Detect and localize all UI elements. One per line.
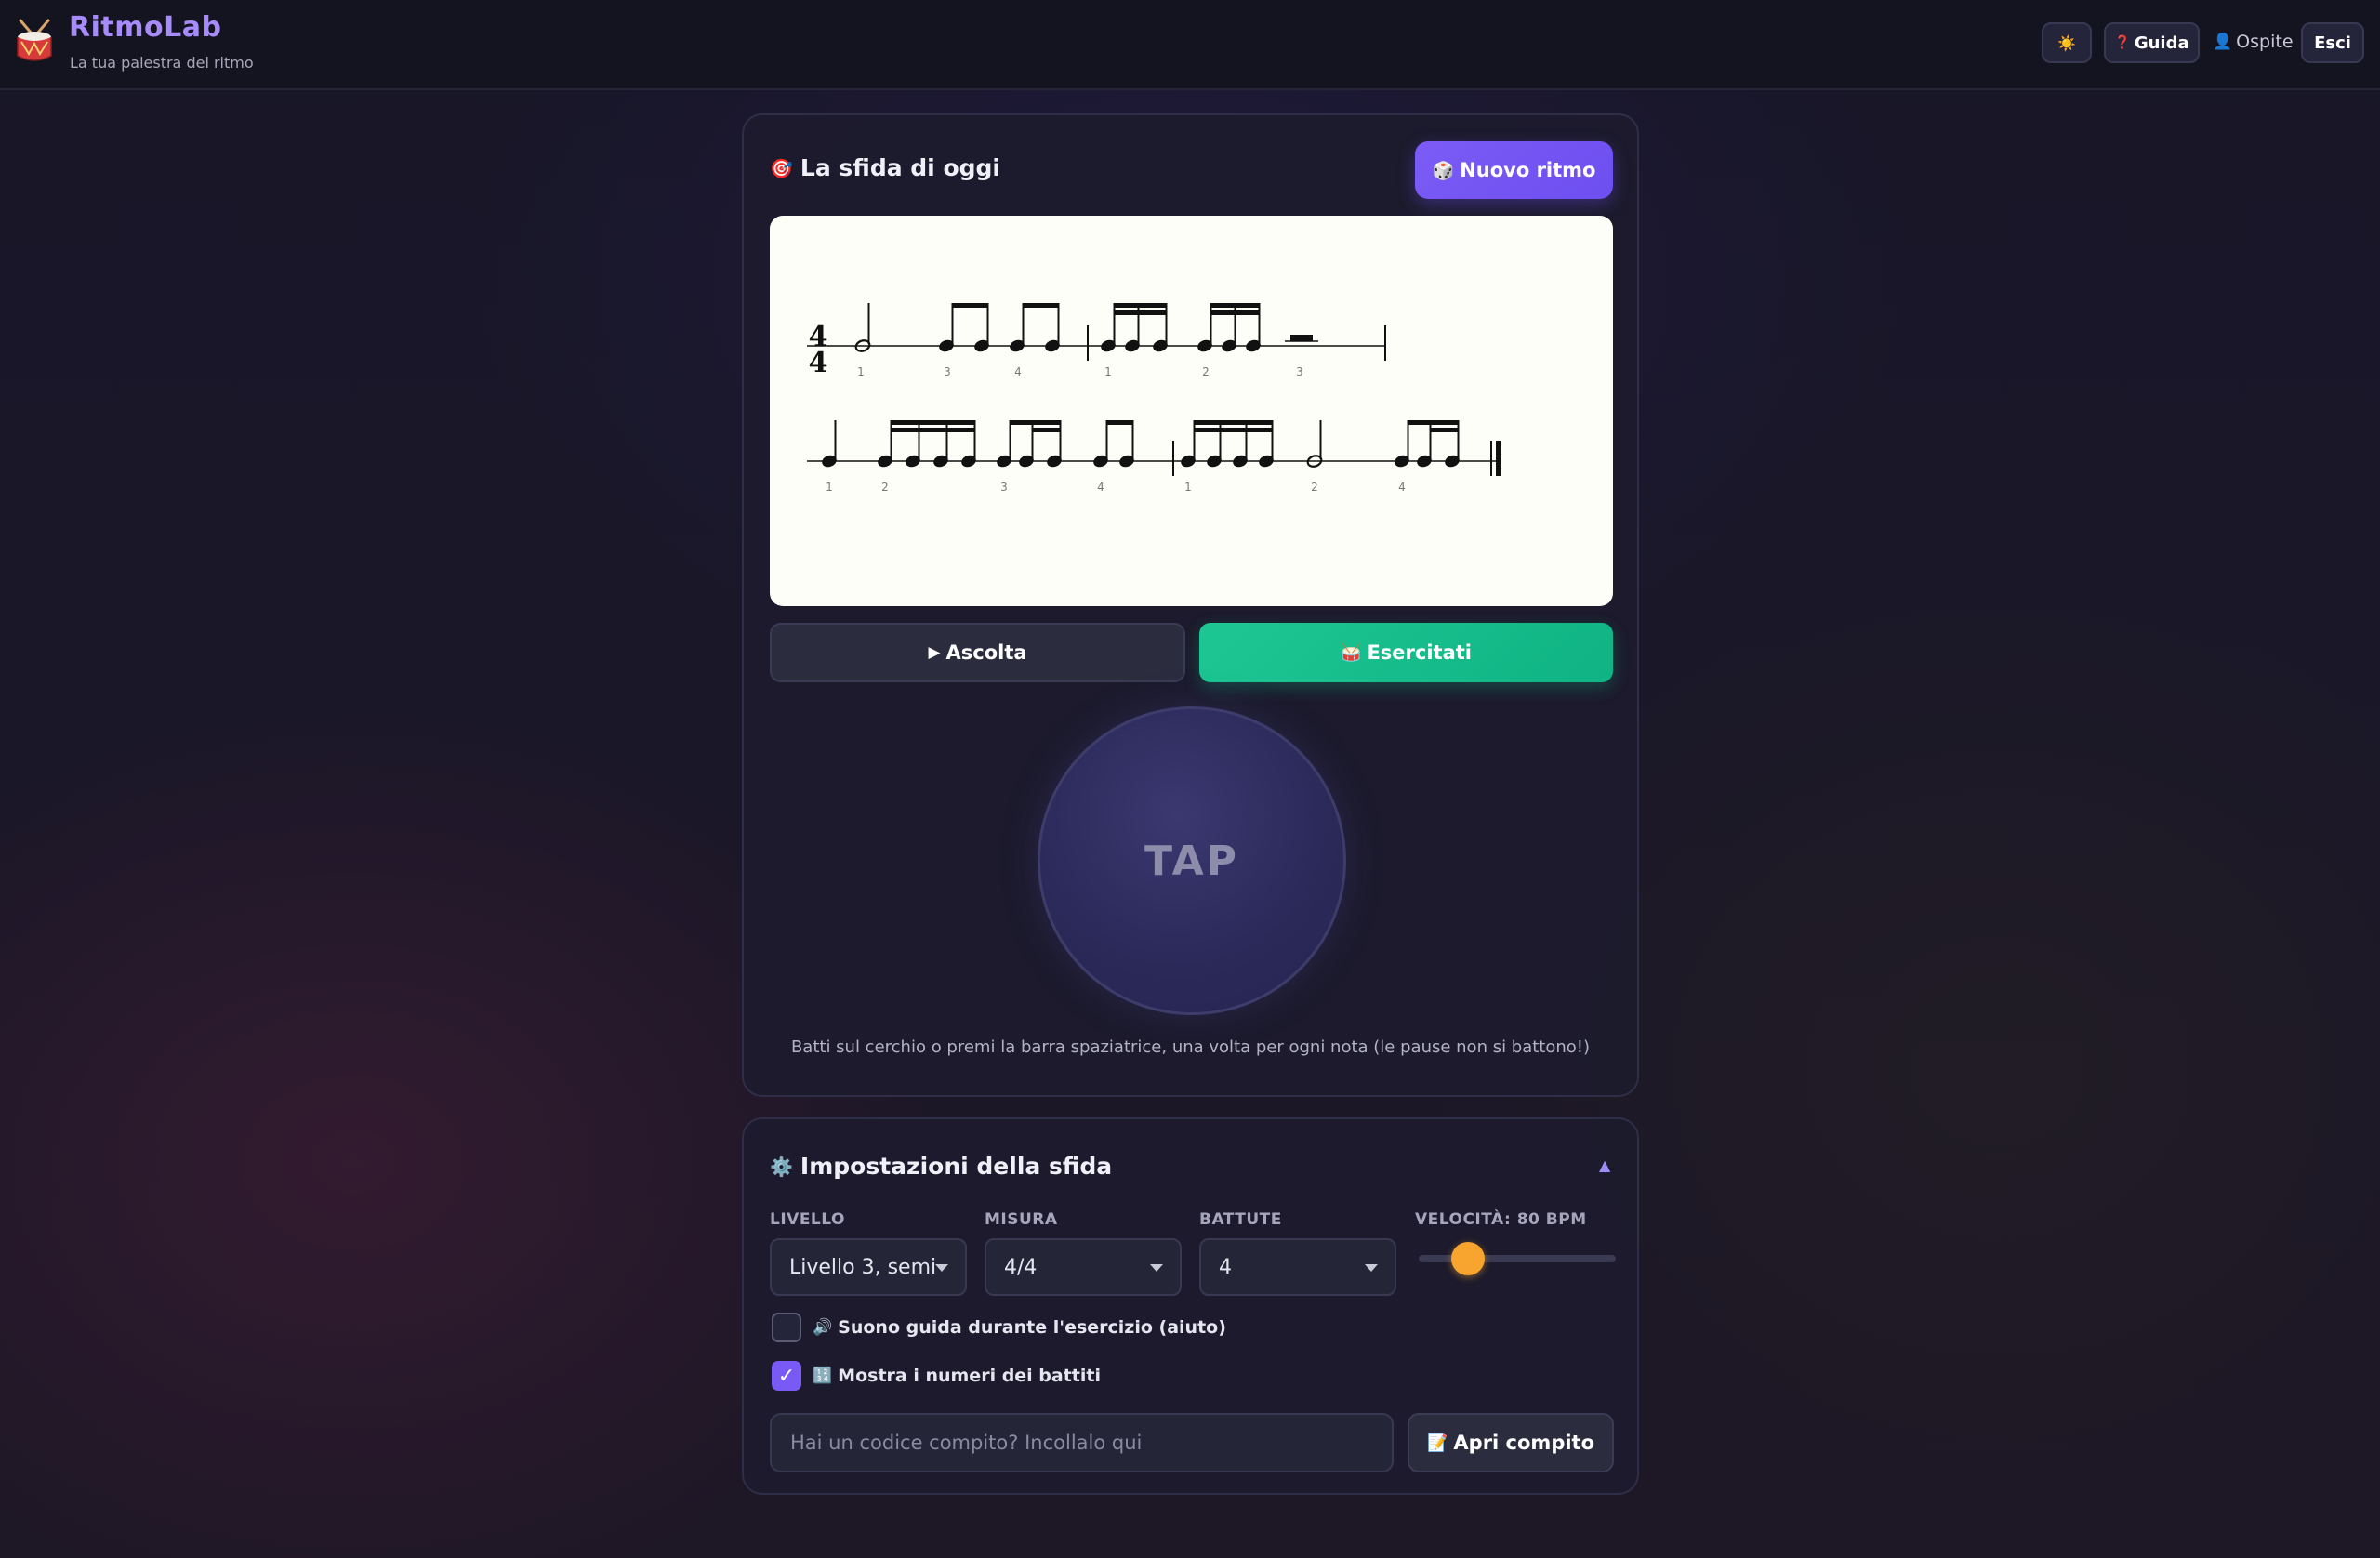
notation-row-2: 1 2 3 4 1 2 4 xyxy=(807,420,1501,494)
note-beam xyxy=(890,428,976,432)
rhythm-notation: 4 4 1 3 4 1 2 3 1 2 3 4 1 2 4 xyxy=(770,216,1613,606)
note-beam xyxy=(951,303,989,308)
drum-icon xyxy=(17,19,52,61)
note-beam xyxy=(1022,303,1060,308)
beat-number: 3 xyxy=(1000,481,1008,494)
exit-button-label: Esci xyxy=(2314,33,2351,53)
note-beam xyxy=(1210,310,1261,315)
bars-label: BATTUTE xyxy=(1199,1210,1282,1229)
practice-button[interactable]: 🥁 Esercitati xyxy=(1199,623,1613,682)
note-beam xyxy=(890,420,976,425)
dice-icon: 🎲 xyxy=(1432,160,1455,181)
open-assignment-button[interactable]: 📝 Apri compito xyxy=(1408,1413,1614,1472)
note-beam xyxy=(1113,310,1168,315)
drum-icon: 🥁 xyxy=(1341,642,1362,663)
speed-slider-thumb[interactable] xyxy=(1451,1242,1485,1275)
note-beam xyxy=(1193,420,1274,425)
collapse-icon[interactable]: ▲ xyxy=(1599,1156,1610,1174)
beat-number: 2 xyxy=(881,481,889,494)
note-beam xyxy=(1113,303,1168,308)
question-icon: ❓ xyxy=(2114,35,2131,50)
level-label: LIVELLO xyxy=(770,1210,845,1229)
challenge-title-text: La sfida di oggi xyxy=(800,154,1000,181)
app-title: RitmoLab xyxy=(69,11,222,44)
guide-button[interactable]: ❓ Guida xyxy=(2104,22,2200,63)
theme-toggle-button[interactable]: ☀️ xyxy=(2042,22,2092,63)
user-icon: 👤 xyxy=(2213,33,2233,51)
memo-icon: 📝 xyxy=(1426,1433,1448,1453)
measure-label: MISURA xyxy=(985,1210,1058,1229)
challenge-card: 🎯 La sfida di oggi 🎲 Nuovo ritmo 4 4 134… xyxy=(742,113,1639,1097)
chevron-down-icon xyxy=(935,1264,948,1272)
level-select[interactable]: Livello 3, semi xyxy=(770,1238,967,1296)
guest-label: Ospite xyxy=(2236,32,2294,52)
play-icon: ▶ xyxy=(928,643,941,662)
beat-number: 4 xyxy=(1097,481,1104,494)
gear-icon: ⚙️ xyxy=(770,1155,793,1178)
beat-number: 3 xyxy=(944,365,951,378)
time-signature-bottom: 4 xyxy=(809,347,828,379)
challenge-title: 🎯 La sfida di oggi xyxy=(770,154,1000,181)
guide-sound-option[interactable]: 🔊 Suono guida durante l'esercizio (aiuto… xyxy=(772,1313,1226,1342)
measure-value: 4/4 xyxy=(1004,1255,1038,1279)
new-rhythm-label: Nuovo ritmo xyxy=(1460,159,1596,181)
bars-value: 4 xyxy=(1219,1255,1232,1279)
beat-number: 2 xyxy=(1311,481,1318,494)
notation-svg: 4 4 1 3 4 1 2 3 1 2 3 4 1 2 4 xyxy=(807,303,1501,494)
note-beam xyxy=(1105,420,1134,425)
guide-sound-label: Suono guida durante l'esercizio (aiuto) xyxy=(838,1317,1226,1338)
note-beam xyxy=(1210,303,1261,308)
half-rest xyxy=(1290,335,1313,341)
speed-slider-track[interactable] xyxy=(1419,1255,1616,1262)
show-numbers-option[interactable]: ✓ 🔢 Mostra i numeri dei battiti xyxy=(772,1361,1101,1391)
note-beam xyxy=(1031,428,1062,432)
beat-number: 1 xyxy=(1184,481,1192,494)
settings-card: ⚙️ Impostazioni della sfida ▲ LIVELLO Li… xyxy=(742,1117,1639,1495)
guide-button-label: Guida xyxy=(2134,33,2189,53)
show-numbers-label: Mostra i numeri dei battiti xyxy=(838,1366,1102,1386)
settings-title-text: Impostazioni della sfida xyxy=(800,1153,1113,1180)
chevron-down-icon xyxy=(1365,1264,1378,1272)
top-bar: RitmoLab La tua palestra del ritmo ☀️ ❓ … xyxy=(0,0,2380,90)
guest-user: 👤 Ospite xyxy=(2213,32,2294,52)
guide-sound-checkbox[interactable] xyxy=(772,1313,801,1342)
beat-number: 3 xyxy=(1296,365,1303,378)
show-numbers-checkbox[interactable]: ✓ xyxy=(772,1361,801,1391)
note-beam xyxy=(1193,428,1274,432)
beat-number: 1 xyxy=(826,481,833,494)
target-icon: 🎯 xyxy=(770,156,793,179)
time-signature: 4 4 xyxy=(809,321,828,379)
level-value: Livello 3, semi xyxy=(789,1255,937,1279)
chevron-down-icon xyxy=(1150,1264,1163,1272)
note-beam xyxy=(1407,420,1460,425)
beat-number: 2 xyxy=(1202,365,1210,378)
tap-hint: Batti sul cerchio o premi la barra spazi… xyxy=(790,1037,1591,1057)
beat-number: 4 xyxy=(1398,481,1406,494)
open-assignment-label: Apri compito xyxy=(1453,1432,1595,1454)
numbers-icon: 🔢 xyxy=(813,1367,833,1385)
app-tagline: La tua palestra del ritmo xyxy=(70,54,254,72)
bars-select[interactable]: 4 xyxy=(1199,1238,1396,1296)
tap-pad[interactable]: TAP xyxy=(1038,706,1346,1015)
listen-button[interactable]: ▶ Ascolta xyxy=(770,623,1185,682)
measure-select[interactable]: 4/4 xyxy=(985,1238,1182,1296)
listen-label: Ascolta xyxy=(945,641,1027,664)
beat-number: 1 xyxy=(1104,365,1112,378)
tap-label: TAP xyxy=(1144,837,1239,885)
practice-label: Esercitati xyxy=(1367,641,1472,664)
beat-number: 1 xyxy=(857,365,865,378)
final-barline xyxy=(1496,441,1501,476)
settings-title[interactable]: ⚙️ Impostazioni della sfida xyxy=(770,1153,1112,1180)
exit-button[interactable]: Esci xyxy=(2301,22,2364,63)
notation-row-1: 1 3 4 1 2 3 xyxy=(807,303,1386,378)
note-beam xyxy=(1009,420,1062,425)
note-beam xyxy=(1429,428,1460,432)
assignment-code-input[interactable] xyxy=(770,1413,1394,1472)
beat-number: 4 xyxy=(1014,365,1022,378)
speed-label: VELOCITÀ: 80 BPM xyxy=(1415,1210,1587,1229)
sun-icon: ☀️ xyxy=(2057,33,2076,52)
new-rhythm-button[interactable]: 🎲 Nuovo ritmo xyxy=(1415,141,1613,199)
speaker-icon: 🔊 xyxy=(813,1318,833,1337)
